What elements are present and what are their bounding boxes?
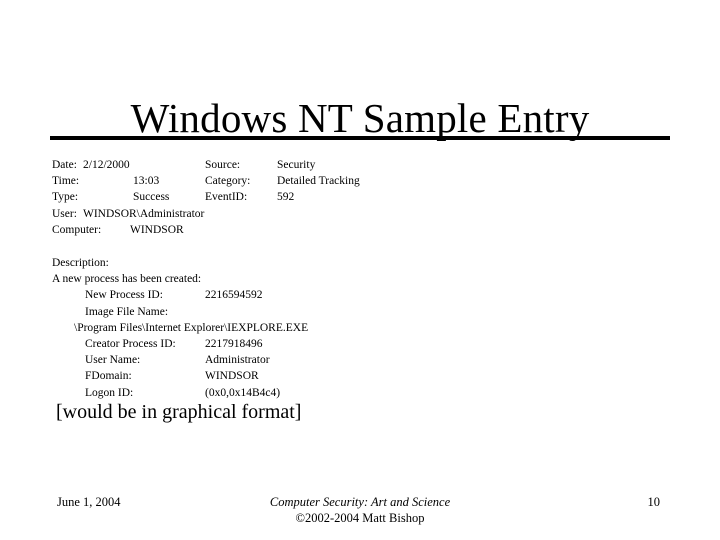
time-label: Time: [52,175,80,188]
eventid-label: EventID: [205,191,248,204]
description-row-fdomain: FDomain: WINDSOR [52,368,672,384]
description-row-image-file-path: \Program Files\Internet Explorer\IEXPLOR… [52,320,672,336]
user-value: WINDSOR\Administrator [83,207,205,220]
event-row-time: Time: 13:03 Category: Detailed Tracking [52,173,672,189]
footer-page-number: 10 [647,495,661,509]
description-summary-row: A new process has been created: [52,271,672,287]
slide-footer: June 1, 2004 Computer Security: Art and … [0,494,720,534]
description-summary: A new process has been created: [52,273,202,286]
creator-process-id-label: Creator Process ID: [85,337,176,350]
new-process-id-value: 2216594592 [205,289,263,302]
type-value: Success [133,191,170,204]
category-label: Category: [205,175,251,188]
event-row-user: User: WINDSOR\Administrator [52,206,672,222]
fdomain-label: FDomain: [85,370,132,383]
event-row-date: Date: 2/12/2000 Source: Security [52,157,672,173]
eventid-value: 592 [277,191,295,204]
event-row-computer: Computer: WINDSOR [52,222,672,238]
user-label: User: [52,207,77,220]
image-file-name-label: Image File Name: [85,305,169,318]
source-value: Security [277,159,316,171]
title-divider [50,136,670,140]
category-value: Detailed Tracking [277,175,360,188]
creator-process-id-value: 2217918496 [205,337,263,350]
event-header-block: Date: 2/12/2000 Source: Security Time: 1… [52,157,672,238]
graphical-format-note: [would be in graphical format] [56,401,302,423]
description-row-image-file-name: Image File Name: [52,304,672,320]
description-row-logon-id: Logon ID: (0x0,0x14B4c4) [52,385,672,401]
user-name-label: User Name: [85,354,141,367]
date-label: Date: [52,159,77,171]
time-value: 13:03 [133,175,160,188]
fdomain-value: WINDSOR [205,370,259,383]
event-row-type: Type: Success EventID: 592 [52,189,672,205]
logon-id-value: (0x0,0x14B4c4) [205,386,281,399]
footer-copyright: ©2002-2004 Matt Bishop [295,511,425,525]
new-process-id-label: New Process ID: [85,289,163,302]
event-description-block: Description: A new process has been crea… [52,255,672,401]
type-label: Type: [52,191,79,204]
source-label: Source: [205,159,241,171]
computer-label: Computer: [52,223,102,236]
computer-value: WINDSOR [130,223,184,236]
description-heading: Description: [52,257,109,269]
description-row-creator-process-id: Creator Process ID: 2217918496 [52,336,672,352]
slide: Windows NT Sample Entry Date: 2/12/2000 … [0,0,720,540]
date-value: 2/12/2000 [83,159,130,171]
description-row-new-process-id: New Process ID: 2216594592 [52,287,672,303]
user-name-value: Administrator [205,354,270,367]
image-file-path-value: \Program Files\Internet Explorer\IEXPLOR… [74,321,309,334]
description-heading-row: Description: [52,255,672,271]
logon-id-label: Logon ID: [85,386,134,399]
description-row-user-name: User Name: Administrator [52,352,672,368]
page-title: Windows NT Sample Entry [130,95,590,142]
